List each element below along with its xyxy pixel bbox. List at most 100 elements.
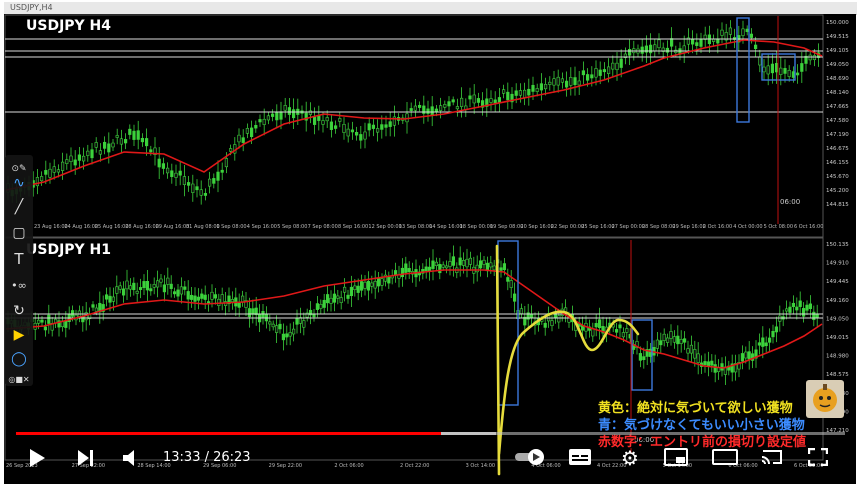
h1-candle — [118, 285, 122, 290]
connector-tool-icon[interactable]: •∞ — [9, 275, 29, 295]
h1-candle — [672, 336, 676, 343]
h4-time-label: 31 Aug 08:00 — [186, 224, 220, 230]
h1-candle — [482, 259, 486, 265]
h4-candle — [518, 90, 522, 96]
h4-candle — [124, 139, 128, 144]
h4-candle — [447, 101, 451, 107]
h4-time-label: 4 Sep 16:00 — [247, 224, 277, 230]
h1-candle — [550, 320, 554, 327]
h1-candle — [349, 286, 354, 297]
play-button[interactable] — [28, 448, 50, 470]
h1-candle — [489, 262, 493, 268]
h1-candle — [407, 268, 411, 273]
h4-candle — [564, 80, 569, 88]
h4-time-label: 23 Aug 16:00 — [34, 224, 68, 230]
h4-candle — [468, 95, 472, 100]
h4-candle — [527, 88, 531, 96]
h1-candle — [329, 297, 333, 304]
autoplay-icon — [515, 449, 544, 465]
h4-time-label: 14 Sep 16:00 — [429, 224, 462, 230]
progress-played[interactable] — [16, 432, 441, 435]
h1-candle — [281, 333, 286, 341]
miniplayer-icon — [664, 448, 688, 466]
miniplayer-button[interactable] — [664, 448, 690, 470]
h4-candle — [103, 141, 107, 149]
h1-candle — [669, 331, 673, 339]
settings-button[interactable]: ⚙ — [618, 446, 642, 470]
legend-yellow-line: 黄色：絶対に気づいて欲しい獲物 — [598, 401, 793, 416]
toolbar-footer-icons[interactable]: ◎■✕ — [8, 369, 29, 389]
h4-candle — [783, 68, 787, 74]
h1-candle — [125, 280, 129, 290]
h1-candle — [111, 296, 115, 302]
h1-candle — [285, 333, 289, 338]
text-tool-icon[interactable]: T — [9, 249, 29, 269]
h1-candle — [47, 314, 51, 324]
h1-candle — [676, 335, 680, 345]
h4-candle — [426, 108, 430, 114]
rectangle-tool-icon[interactable]: ▢ — [9, 223, 29, 243]
h4-candle — [279, 111, 283, 120]
line-tool-icon[interactable]: ╱ — [9, 197, 29, 217]
mute-button[interactable] — [122, 448, 144, 470]
h4-candle — [653, 44, 657, 52]
cast-button[interactable] — [760, 448, 786, 470]
h4-candle — [119, 138, 123, 145]
h4-candle — [380, 124, 384, 130]
h1-candle — [441, 264, 445, 268]
h1-candle — [703, 361, 707, 366]
h4-price-label: 149.050 — [826, 62, 849, 68]
h4-candle — [577, 80, 581, 86]
next-button[interactable] — [76, 448, 98, 470]
h1-candle — [356, 285, 360, 293]
refresh-icon[interactable]: ↻ — [9, 301, 29, 321]
h1-candle — [693, 349, 697, 359]
h4-candle — [384, 124, 388, 128]
h1-candle — [363, 281, 367, 289]
video-frame: USDJPY,H4 150.000 149.515 149.105 149.05… — [0, 0, 861, 488]
ring-cursor-icon[interactable]: ◯ — [9, 349, 29, 369]
autoplay-toggle[interactable] — [514, 447, 548, 471]
h1-candle — [288, 332, 292, 337]
h1-candle — [190, 294, 194, 300]
h4-candle — [350, 129, 355, 133]
h1-candle — [145, 280, 150, 291]
h4-candle — [371, 124, 376, 129]
h1-candle — [757, 342, 761, 346]
h1-price-label: 149.910 — [826, 261, 849, 267]
h4-candle — [245, 128, 250, 134]
channel-avatar[interactable] — [806, 380, 844, 418]
window-title: USDJPY,H4 — [10, 3, 53, 12]
h1-candle — [713, 364, 717, 373]
h4-candle — [128, 128, 132, 135]
h1-candle — [135, 290, 139, 294]
h1-candle — [594, 323, 598, 328]
h1-candle — [186, 291, 190, 300]
h4-candle — [166, 167, 170, 174]
h1-candle — [512, 293, 517, 302]
h4-candle — [224, 158, 229, 168]
h4-price-axis: 150.000 149.515 149.105 149.050 148.690 148.1… — [826, 20, 849, 208]
h4-candle — [203, 193, 208, 196]
h4-candle — [787, 69, 791, 77]
h4-time-label: 25 Aug 16:00 — [95, 224, 129, 230]
theater-mode-button[interactable] — [712, 448, 740, 470]
h4-candle — [212, 178, 216, 184]
h1-candle — [424, 266, 428, 272]
h4-candle — [741, 28, 745, 36]
h4-candle — [548, 81, 552, 85]
h1-candle — [274, 325, 279, 333]
h1-candle — [132, 282, 136, 291]
h4-candle — [573, 77, 577, 85]
h4-candle — [35, 177, 39, 187]
h1-candle — [179, 286, 184, 295]
subtitles-button[interactable] — [568, 448, 592, 470]
h4-candle — [409, 108, 413, 111]
h4-candle — [443, 104, 447, 108]
h4-candle — [39, 176, 44, 182]
h1-candle — [502, 263, 507, 271]
fullscreen-button[interactable] — [808, 448, 832, 470]
freehand-pen-icon[interactable]: ∿ — [9, 173, 29, 193]
h1-candle — [128, 285, 132, 290]
pointer-play-icon[interactable]: ▶ — [9, 325, 29, 345]
